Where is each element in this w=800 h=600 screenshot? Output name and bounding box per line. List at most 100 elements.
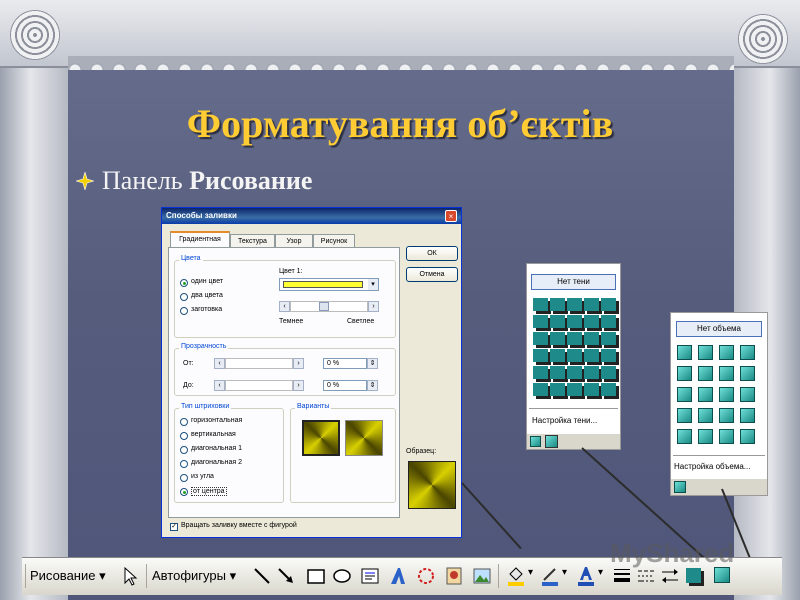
- font-color-icon[interactable]: [576, 566, 596, 586]
- line-color-icon[interactable]: [540, 566, 560, 586]
- clipart-icon[interactable]: [444, 566, 464, 586]
- rectangle-icon[interactable]: [306, 566, 326, 586]
- 3d-style-option[interactable]: [740, 387, 755, 402]
- cancel-button[interactable]: Отмена: [406, 267, 458, 282]
- arrow-icon[interactable]: [276, 566, 296, 586]
- shadow-style-option[interactable]: [584, 383, 599, 396]
- to-slider-track[interactable]: [225, 380, 293, 391]
- shadow-style-option[interactable]: [601, 349, 616, 362]
- color1-select[interactable]: ▾: [279, 278, 379, 291]
- oval-icon[interactable]: [332, 566, 352, 586]
- shadow-style-option[interactable]: [533, 332, 548, 345]
- 3d-style-option[interactable]: [677, 387, 692, 402]
- radio-preset[interactable]: [180, 307, 188, 315]
- 3d-style-option[interactable]: [740, 366, 755, 381]
- 3d-style-option[interactable]: [698, 387, 713, 402]
- variant-2-swatch[interactable]: [345, 420, 383, 456]
- shade-slider-thumb[interactable]: [319, 302, 329, 311]
- rotate-fill-checkbox[interactable]: ✓: [170, 523, 178, 531]
- shadow-style-option[interactable]: [567, 383, 582, 396]
- shadow-style-icon[interactable]: [686, 568, 701, 583]
- 3d-button-icon[interactable]: [530, 436, 541, 447]
- chevron-down-icon[interactable]: ▾: [368, 279, 378, 290]
- chevron-down-icon[interactable]: ▾: [528, 567, 533, 578]
- no-volume-button[interactable]: Нет объема: [676, 321, 762, 337]
- shadow-style-option[interactable]: [584, 349, 599, 362]
- line-style-icon[interactable]: [612, 566, 632, 586]
- from-slider-right-arrow[interactable]: ›: [293, 358, 304, 369]
- chevron-down-icon[interactable]: ▾: [562, 567, 567, 578]
- from-slider-left-arrow[interactable]: ‹: [214, 358, 225, 369]
- 3d-style-option[interactable]: [677, 345, 692, 360]
- 3d-style-option[interactable]: [719, 366, 734, 381]
- 3d-style-option[interactable]: [677, 429, 692, 444]
- slider-left-arrow[interactable]: ‹: [279, 301, 290, 312]
- shadow-style-option[interactable]: [601, 315, 616, 328]
- 3d-style-option[interactable]: [698, 429, 713, 444]
- shadow-style-option[interactable]: [533, 349, 548, 362]
- 3d-style-option[interactable]: [719, 345, 734, 360]
- shadow-style-option[interactable]: [584, 315, 599, 328]
- 3d-style-option[interactable]: [698, 366, 713, 381]
- tab-gradient[interactable]: Градиентная: [170, 231, 230, 248]
- shadow-style-option[interactable]: [533, 383, 548, 396]
- radio-diagonal-2[interactable]: [180, 460, 188, 468]
- tab-pattern[interactable]: Узор: [275, 234, 313, 247]
- shade-slider-track[interactable]: [290, 301, 368, 312]
- 3d-style-option[interactable]: [740, 429, 755, 444]
- radio-from-corner[interactable]: [180, 474, 188, 482]
- to-slider-left-arrow[interactable]: ‹: [214, 380, 225, 391]
- shadow-style-option[interactable]: [533, 315, 548, 328]
- shadow-style-option[interactable]: [550, 298, 565, 311]
- radio-horizontal[interactable]: [180, 418, 188, 426]
- tab-texture[interactable]: Текстура: [230, 234, 275, 247]
- close-icon[interactable]: ×: [445, 210, 457, 222]
- shadow-style-option[interactable]: [584, 366, 599, 379]
- from-slider-track[interactable]: [225, 358, 293, 369]
- radio-two-colors[interactable]: [180, 293, 188, 301]
- dash-style-icon[interactable]: [636, 566, 656, 586]
- tab-picture[interactable]: Рисунок: [313, 234, 355, 247]
- radio-from-center[interactable]: [180, 488, 188, 496]
- radio-diagonal-1[interactable]: [180, 446, 188, 454]
- 3d-style-option[interactable]: [677, 366, 692, 381]
- drawing-menu-button[interactable]: Рисование ▾: [30, 568, 106, 584]
- ok-button[interactable]: ОК: [406, 246, 458, 261]
- slider-right-arrow[interactable]: ›: [368, 301, 379, 312]
- 3d-style-option[interactable]: [719, 387, 734, 402]
- shadow-style-option[interactable]: [601, 332, 616, 345]
- to-value-input[interactable]: 0 %: [323, 380, 367, 391]
- select-pointer-icon[interactable]: [120, 566, 140, 586]
- shadow-style-option[interactable]: [533, 298, 548, 311]
- shadow-settings-item[interactable]: Настройка тени...: [532, 416, 597, 425]
- shadow-style-option[interactable]: [601, 366, 616, 379]
- shadow-style-option[interactable]: [567, 298, 582, 311]
- shadow-style-option[interactable]: [550, 349, 565, 362]
- 3d-style-option[interactable]: [719, 429, 734, 444]
- insert-picture-icon[interactable]: [472, 566, 492, 586]
- shadow-style-option[interactable]: [584, 332, 599, 345]
- 3d-style-option[interactable]: [698, 408, 713, 423]
- radio-vertical[interactable]: [180, 432, 188, 440]
- no-shadow-button[interactable]: Нет тени: [531, 274, 616, 290]
- 3d-style-option[interactable]: [719, 408, 734, 423]
- from-value-input[interactable]: 0 %: [323, 358, 367, 369]
- shadow-style-option[interactable]: [550, 315, 565, 328]
- radio-one-color[interactable]: [180, 279, 188, 287]
- shadow-style-option[interactable]: [601, 298, 616, 311]
- shadow-button-icon[interactable]: [545, 435, 558, 448]
- 3d-style-icon[interactable]: [714, 567, 730, 583]
- 3d-style-option[interactable]: [698, 345, 713, 360]
- wordart-icon[interactable]: [388, 566, 408, 586]
- text-box-icon[interactable]: [360, 566, 380, 586]
- autoshapes-menu-button[interactable]: Автофигуры ▾: [152, 568, 236, 584]
- shadow-style-option[interactable]: [567, 315, 582, 328]
- shadow-style-option[interactable]: [550, 383, 565, 396]
- to-spinner[interactable]: ⇕: [367, 380, 378, 391]
- 3d-style-option[interactable]: [677, 408, 692, 423]
- shadow-style-option[interactable]: [601, 383, 616, 396]
- chevron-down-icon[interactable]: ▾: [598, 567, 603, 578]
- shadow-style-option[interactable]: [567, 366, 582, 379]
- variant-1-swatch[interactable]: [302, 420, 340, 456]
- line-icon[interactable]: [252, 566, 272, 586]
